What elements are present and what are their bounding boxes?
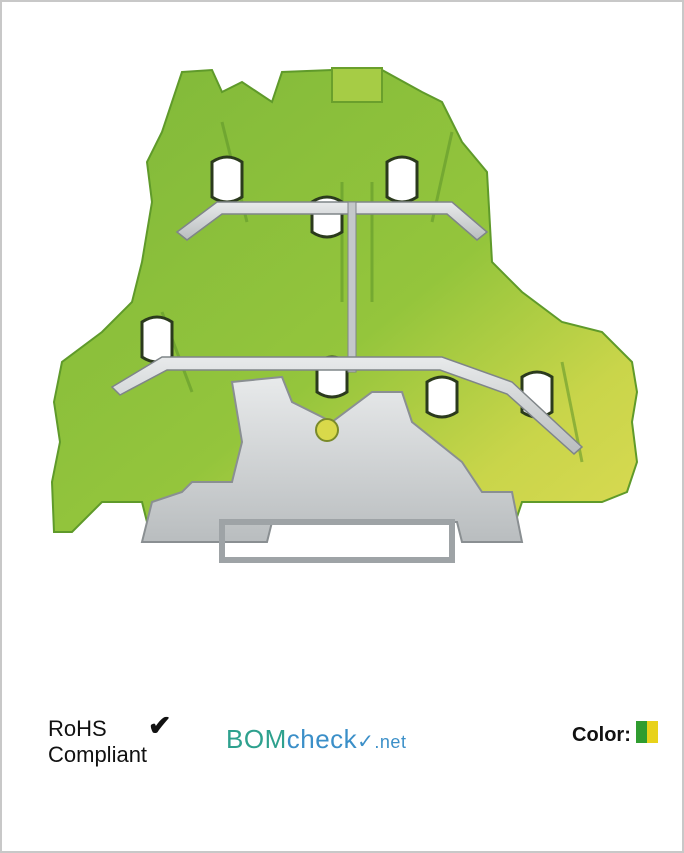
page-frame: RoHS Compliant ✔ BOMcheck✓.net Color: xyxy=(0,0,684,853)
color-label: Color: xyxy=(572,724,631,746)
bomcheck-logo: BOMcheck✓.net xyxy=(226,724,406,755)
vertical-link xyxy=(347,201,357,373)
bomcheck-tick-icon: ✓ xyxy=(357,731,375,753)
rohs-label: RoHS xyxy=(48,716,107,741)
bomcheck-logo-net: .net xyxy=(374,732,407,752)
swatch-green xyxy=(636,721,647,743)
housing-cap xyxy=(331,67,383,103)
bomcheck-logo-bom: BOM xyxy=(226,724,287,754)
bomcheck-logo-check: check xyxy=(286,724,358,754)
terminal-block-image xyxy=(50,67,639,563)
compliant-label: Compliant xyxy=(48,742,148,767)
checkmark-icon: ✔ xyxy=(148,710,172,741)
rohs-compliant-badge: RoHS Compliant ✔ xyxy=(48,712,171,768)
swatch-yellow xyxy=(647,721,658,743)
center-pin xyxy=(315,418,339,442)
color-swatch xyxy=(636,721,658,743)
